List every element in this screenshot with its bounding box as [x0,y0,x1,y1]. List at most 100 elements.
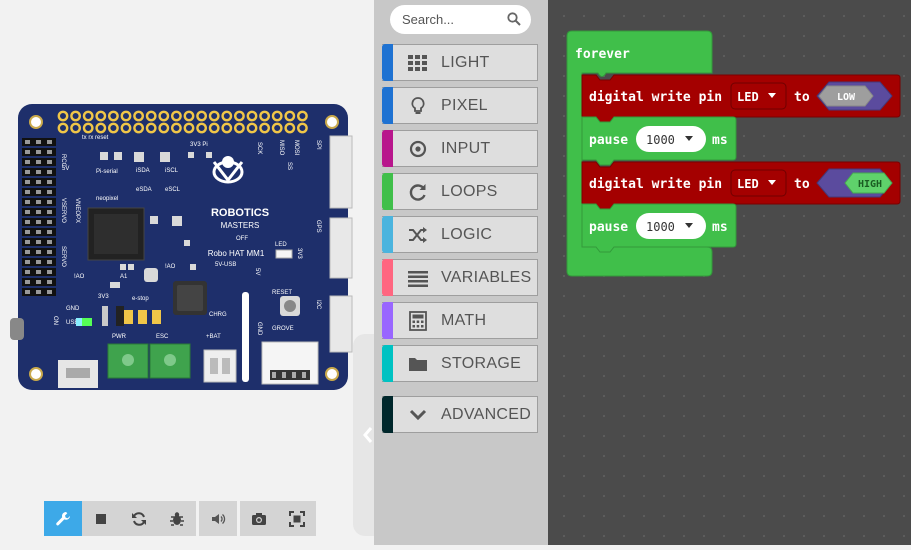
restart-icon [132,511,146,526]
search-input[interactable] [402,5,502,34]
category-label: STORAGE [441,355,522,372]
led [275,249,293,259]
write-label-1: digital write pin [589,90,722,105]
wrench-button[interactable] [44,501,82,536]
sound-icon [212,513,226,524]
servo-pin [25,210,30,214]
toolbox: LIGHT PIXEL INPUT LOOPS LOGIC VARIABLES … [374,0,548,545]
category-math[interactable]: MATH [382,302,538,339]
screenshot-button[interactable] [240,501,278,536]
brand-line2: MASTERS [221,221,260,230]
servo-pin [47,240,52,244]
digital-write-block-2[interactable]: digital write pin LED to HIGH [581,161,901,210]
pause-block-2[interactable]: pause 1000 ms [581,203,737,253]
esc-label: ESC [156,334,169,340]
debug-icon [170,511,184,526]
category-logic[interactable]: LOGIC [382,216,538,253]
blocks-workspace[interactable]: forever digital write pin LED to LOW pau… [548,0,911,545]
category-color-bar [382,87,393,124]
servo-pin [36,250,41,254]
vneopx-label: VNEOPX [74,198,80,223]
forever-label: forever [575,47,630,62]
rx-tx-label: tx rx reset [82,135,109,141]
lightbulb-icon [411,97,425,114]
to-label-1: to [794,90,810,105]
category-input[interactable]: INPUT [382,130,538,167]
category-storage[interactable]: STORAGE [382,345,538,382]
pause-value-1[interactable]: 1000 [636,126,706,152]
program-blocks: forever digital write pin LED to LOW pau… [566,30,901,277]
servo-pin [36,230,41,234]
category-advanced[interactable]: ADVANCED [382,396,538,433]
category-label: INPUT [441,140,491,157]
servo-pin [25,230,30,234]
servo-pin [25,150,30,154]
5v-label: 5V [62,166,69,172]
category-pixel[interactable]: PIXEL [382,87,538,124]
ao-label: !AO [74,274,85,280]
low-value: LOW [837,92,856,103]
category-label: LIGHT [441,54,490,71]
boolean-high[interactable]: HIGH [816,168,893,198]
servo-pin [36,260,41,264]
pause-label-1: pause [589,133,628,148]
wrench-icon [56,511,70,525]
digital-write-block-1[interactable]: digital write pin LED to LOW [581,74,901,123]
pin-value-2: LED [737,177,759,191]
servo-pin [47,260,52,264]
pause-number-1: 1000 [646,133,675,147]
pause-label-2: pause [589,220,628,235]
sound-group [199,501,237,536]
5v2-label: 5V [254,268,260,275]
category-variables[interactable]: VARIABLES [382,259,538,296]
sound-button[interactable] [199,501,237,536]
category-loops[interactable]: LOOPS [382,173,538,210]
sim-controls-group [44,501,196,536]
fullscreen-button[interactable] [278,501,316,536]
pin-dropdown-2[interactable]: LED [730,169,787,197]
servo-pin [47,180,52,184]
category-color-bar [382,216,393,253]
servo-pin [47,230,52,234]
chrg-label: CHRG [209,312,227,318]
led-label: LED [275,242,287,248]
category-color-bar [382,130,393,167]
servo-pin [47,270,52,274]
servo-pin [36,160,41,164]
servo-pin [47,250,52,254]
servo-pin [25,250,30,254]
category-light[interactable]: LIGHT [382,44,538,81]
servo-pin [36,150,41,154]
restart-button[interactable] [120,501,158,536]
pwr-label: PWR [112,334,127,340]
servo-pin [36,210,41,214]
category-color-bar [382,396,393,433]
category-color-bar [382,302,393,339]
servo-pin [25,140,30,144]
category-label: LOGIC [441,226,493,243]
3v3-label: 3V3 [98,294,109,300]
servo-pin [36,140,41,144]
servo-pin [36,220,41,224]
pause-value-2[interactable]: 1000 [636,213,706,239]
shuffle-icon [409,227,427,243]
debug-button[interactable] [158,501,196,536]
servo-pin [36,180,41,184]
stop-button[interactable] [82,501,120,536]
folder-icon [409,358,427,371]
pin-dropdown-1[interactable]: LED [730,82,787,110]
miso-label: MISO [278,140,284,156]
servo-pin [36,190,41,194]
servo-pin [25,160,30,164]
search-icon[interactable] [507,12,521,26]
search-box [390,5,531,34]
to-label-2: to [794,177,810,192]
boolean-low[interactable]: LOW [816,81,893,111]
pause-block-1[interactable]: pause 1000 ms [581,116,737,166]
servo-pin [36,270,41,274]
5v-usb-label: 5V-USB [215,262,236,268]
gnd2-label: GND [256,322,262,336]
reset-label: RESET [272,290,292,296]
pin-value-1: LED [737,90,759,104]
right-connectors [329,135,353,353]
